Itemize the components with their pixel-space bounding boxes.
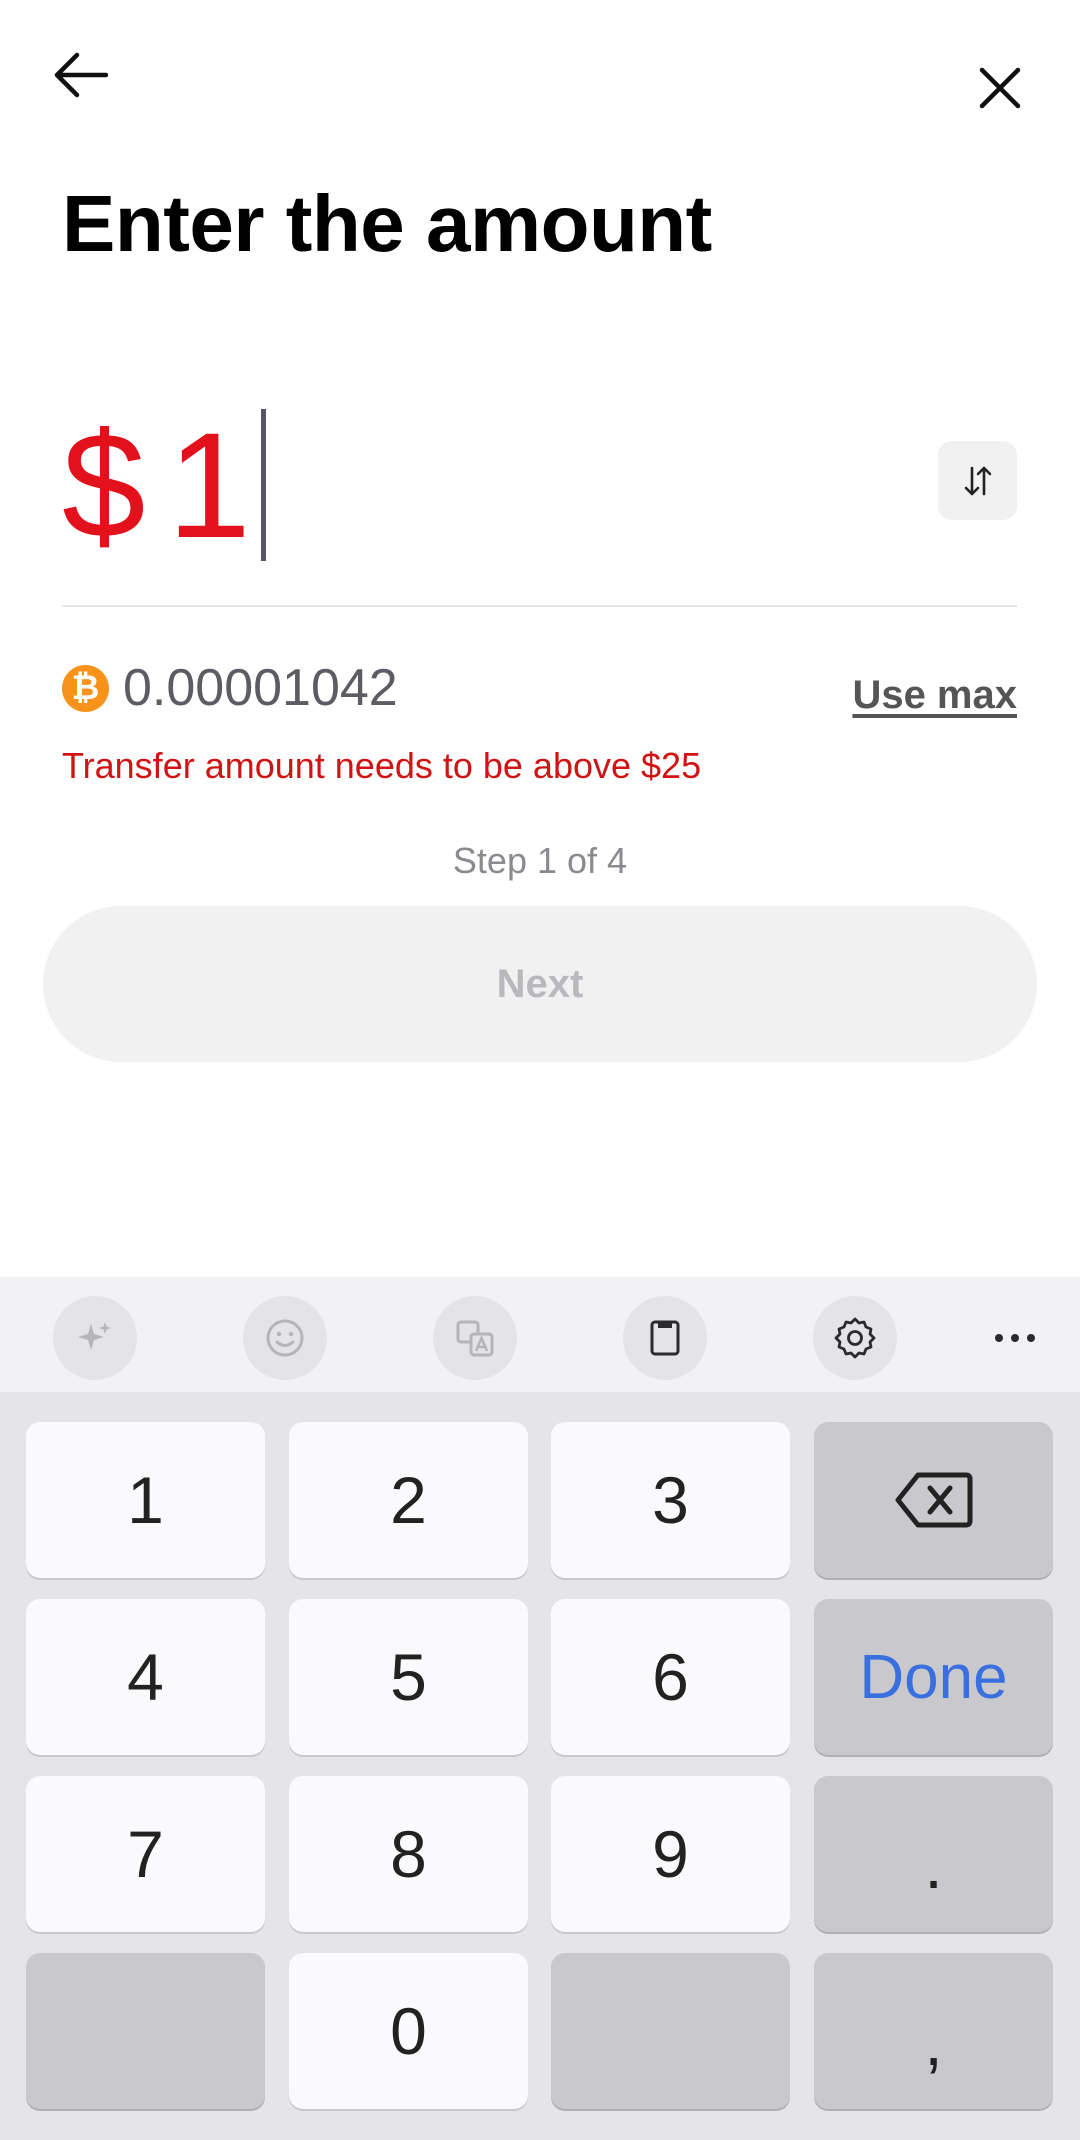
bitcoin-icon: ₿ — [62, 664, 109, 712]
step-indicator: Step 1 of 4 — [452, 840, 628, 881]
key-comma[interactable]: , — [814, 1953, 1053, 2109]
arrow-left-icon — [54, 52, 108, 98]
divider — [62, 605, 1017, 607]
close-icon — [979, 67, 1021, 108]
amount-value: 1 — [167, 401, 251, 569]
key-7[interactable]: 7 — [26, 1776, 265, 1932]
next-button[interactable]: Next — [43, 906, 1037, 1062]
error-message: Transfer amount needs to be above $25 — [62, 745, 702, 786]
key-blank-right — [551, 1953, 790, 2109]
sparkle-icon[interactable] — [53, 1296, 137, 1380]
btc-amount: 0.00001042 — [123, 659, 398, 717]
page-title: Enter the amount — [62, 179, 712, 268]
key-0[interactable]: 0 — [289, 1953, 528, 2109]
use-max-link[interactable]: Use max — [852, 673, 1017, 718]
key-2[interactable]: 2 — [289, 1422, 528, 1578]
close-button[interactable] — [960, 50, 1040, 125]
key-backspace[interactable] — [814, 1422, 1053, 1578]
keyboard-toolbar — [0, 1277, 1080, 1392]
text-caret — [260, 409, 266, 561]
swap-currency-button[interactable] — [938, 441, 1017, 520]
clipboard-icon[interactable] — [623, 1296, 707, 1380]
key-5[interactable]: 5 — [289, 1599, 528, 1755]
translate-icon[interactable] — [433, 1296, 517, 1380]
key-1[interactable]: 1 — [26, 1422, 265, 1578]
swap-vertical-icon — [964, 466, 991, 495]
currency-symbol: $ — [62, 401, 146, 569]
amount-input[interactable]: $ 1 — [62, 400, 266, 570]
key-4[interactable]: 4 — [26, 1599, 265, 1755]
btc-conversion: ₿ 0.00001042 — [62, 659, 398, 717]
key-6[interactable]: 6 — [551, 1599, 790, 1755]
key-8[interactable]: 8 — [289, 1776, 528, 1932]
key-done[interactable]: Done — [814, 1599, 1053, 1755]
emoji-icon[interactable] — [243, 1296, 327, 1380]
key-9[interactable]: 9 — [551, 1776, 790, 1932]
key-3[interactable]: 3 — [551, 1422, 790, 1578]
back-button[interactable] — [40, 40, 120, 110]
gear-icon[interactable] — [813, 1296, 897, 1380]
backspace-icon — [895, 1472, 972, 1528]
more-icon[interactable] — [993, 1296, 1037, 1380]
key-blank-left — [26, 1953, 265, 2109]
key-period[interactable]: . — [814, 1776, 1053, 1932]
